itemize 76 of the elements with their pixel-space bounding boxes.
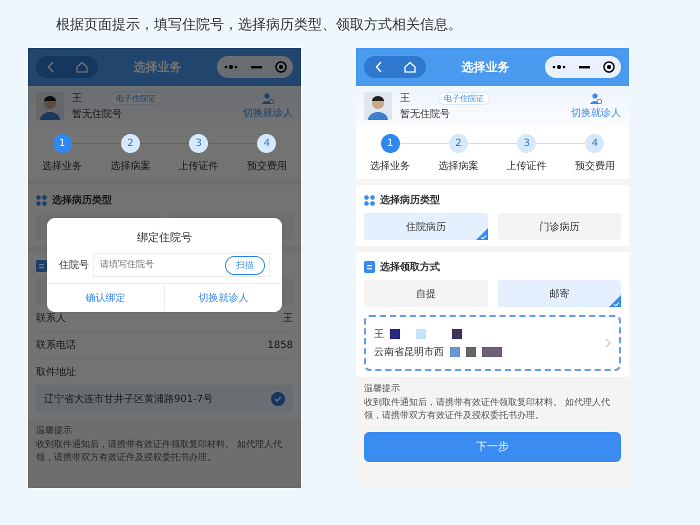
input-field[interactable]: 请填写住院号 扫描	[93, 253, 270, 277]
close-icon[interactable]	[602, 61, 614, 73]
step-number: 3	[517, 134, 536, 153]
patient-name: 王	[72, 92, 82, 105]
back-icon[interactable]	[374, 61, 382, 73]
switch-person-icon[interactable]	[590, 92, 602, 104]
field-label: 联系电话	[36, 338, 76, 352]
page-title: 选择业务	[462, 58, 510, 76]
redaction-block	[390, 329, 400, 339]
tip-text: 收到取件通知后，请携带有效证件领取复印材料。 如代理人代领，请携带双方有效证件及授权委托书办理。	[364, 398, 610, 421]
corner-check-icon	[609, 295, 621, 307]
field-label: 联系人	[36, 312, 66, 325]
back-home-capsule[interactable]	[36, 56, 98, 78]
scan-button[interactable]: 扫描	[225, 256, 265, 274]
step-label: 选择病案	[438, 160, 478, 173]
tip-text: 收到取件通知后，请携带有效证件领取复印材料。 如代理人代领，请携带双方有效证件及授权委托书办理。	[36, 440, 282, 463]
dialog-action-button[interactable]: 切换就诊人	[164, 284, 282, 312]
step-label: 上传证件	[178, 160, 219, 173]
section-title: 选择病历类型	[380, 194, 440, 207]
option-button[interactable]: 自提	[364, 280, 488, 307]
step-number: 1	[380, 134, 400, 153]
step-label: 选择病案	[110, 160, 150, 173]
step-label: 选择业务	[370, 160, 410, 173]
step-number: 4	[585, 134, 604, 153]
patient-name: 王	[400, 92, 410, 105]
home-icon[interactable]	[76, 61, 88, 73]
tag-label: 电子住院证	[438, 92, 490, 104]
step-label: 上传证件	[506, 160, 547, 173]
tip-title: 温馨提示	[364, 384, 400, 394]
chevron-right-icon	[605, 338, 611, 348]
instruction-text: 根据页面提示，填写住院号，选择病历类型、领取方式相关信息。	[56, 16, 462, 34]
admission-number: 暂无住院号	[400, 108, 451, 121]
address-text: 云南省昆明市西	[374, 346, 444, 359]
option-button[interactable]: 邮寄	[498, 280, 621, 307]
option-button[interactable]: 住院病历	[364, 213, 488, 240]
switch-patient-link[interactable]: 切换就诊人	[243, 106, 293, 120]
grid-icon	[36, 194, 47, 206]
back-icon[interactable]	[46, 61, 54, 73]
dialog-action-button[interactable]: 确认绑定	[47, 284, 164, 312]
step-label: 预交费用	[246, 160, 287, 173]
field-label: 取件地址	[36, 367, 76, 378]
field-value: 1858	[268, 340, 293, 350]
option-button[interactable]: 门诊病历	[498, 213, 621, 240]
step-number: 2	[448, 134, 468, 153]
field-label: 住院号	[59, 258, 89, 272]
menu-capsule[interactable]	[545, 56, 621, 78]
step-label: 预交费用	[574, 160, 615, 173]
step-number: 3	[189, 134, 208, 153]
clipboard-icon	[364, 261, 375, 273]
grid-icon	[364, 194, 375, 206]
more-icon[interactable]	[552, 65, 566, 69]
address-text: 辽宁省大连市甘井子区黄浦路901-7号	[44, 392, 214, 406]
next-button[interactable]: 下一步	[364, 432, 621, 462]
page-title: 选择业务	[134, 58, 182, 76]
redaction-block	[416, 329, 426, 339]
home-icon[interactable]	[404, 61, 416, 73]
corner-check-icon	[476, 228, 488, 240]
minimize-icon[interactable]	[578, 66, 590, 68]
step-number: 4	[257, 134, 276, 153]
tag-label: 电子住院证	[110, 92, 162, 104]
section-title: 选择领取方式	[380, 260, 440, 274]
back-home-capsule[interactable]	[364, 56, 426, 78]
switch-patient-link[interactable]: 切换就诊人	[571, 106, 621, 120]
redaction-block	[482, 347, 502, 357]
step-number: 1	[52, 134, 72, 153]
step-number: 2	[120, 134, 140, 153]
tip-title: 温馨提示	[36, 426, 72, 436]
step-label: 选择业务	[42, 160, 82, 173]
dialog-title: 绑定住院号	[136, 230, 193, 246]
address-option[interactable]: 辽宁省大连市甘井子区黄浦路901-7号	[36, 385, 293, 413]
field-value: 王	[283, 312, 293, 325]
admission-number: 暂无住院号	[72, 108, 123, 121]
section-title: 选择病历类型	[52, 194, 112, 207]
address-card[interactable]: 王 云南省昆明市西	[364, 315, 621, 371]
recipient-name: 王	[374, 328, 384, 341]
switch-person-icon[interactable]	[262, 92, 274, 104]
